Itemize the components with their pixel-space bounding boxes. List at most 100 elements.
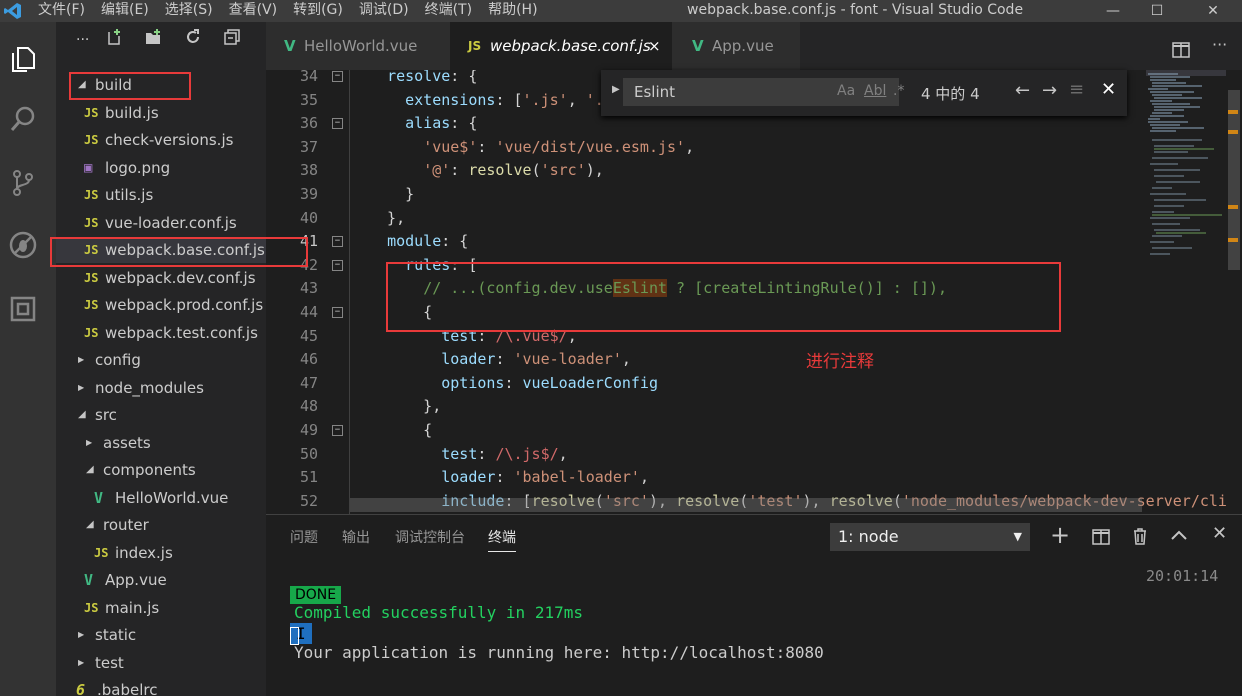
tree-item[interactable]: JS webpack.test.conf.js [56, 320, 266, 346]
menu-edit[interactable]: 编辑(E) [93, 0, 157, 22]
code-text: loader: 'babel-loader', [369, 466, 649, 490]
tree-item[interactable]: V HelloWorld.vue [56, 485, 266, 511]
code-token: alias [405, 114, 451, 133]
panel-tab-problems[interactable]: 问题 [290, 527, 318, 547]
explorer-sidebar: ... ◢ build JS build.js JS check-versions.js ▣… [56, 22, 266, 696]
tree-item[interactable]: ▶ node_modules [56, 375, 266, 401]
code-text: test: /\.js$/, [369, 443, 567, 467]
code-token: : [450, 161, 469, 180]
close-panel-icon[interactable]: ✕ [1212, 523, 1227, 544]
find-expand-chevron-icon[interactable]: ▶ [612, 84, 620, 95]
tree-item[interactable]: V App.vue [56, 567, 266, 593]
minimap[interactable] [1146, 70, 1226, 270]
panel-tab-output[interactable]: 输出 [342, 527, 370, 547]
collapse-all-icon[interactable] [224, 29, 240, 45]
fold-toggle-icon[interactable]: − [332, 425, 343, 436]
tree-item-label: check-versions.js [105, 131, 234, 149]
search-icon[interactable] [8, 104, 38, 134]
tree-item[interactable]: ◢ router [56, 512, 266, 538]
tree-item[interactable]: JS vue-loader.conf.js [56, 210, 266, 236]
code-token: } [369, 185, 415, 203]
tree-item[interactable]: JS build.js [56, 100, 266, 126]
fold-toggle-icon[interactable]: − [332, 71, 343, 82]
fold-toggle-icon[interactable]: − [332, 236, 343, 248]
line-number: 52 [299, 491, 318, 510]
find-input[interactable]: Eslint [623, 78, 899, 106]
close-window-button[interactable]: ✕ [1198, 0, 1228, 22]
find-match-marker [1228, 205, 1238, 209]
scroll-thumb[interactable] [1228, 90, 1240, 270]
tree-item[interactable]: JS utils.js [56, 182, 266, 208]
fold-toggle-icon[interactable]: − [332, 307, 343, 318]
fold-toggle-icon[interactable]: − [332, 118, 343, 130]
line-number: 45 [299, 326, 318, 345]
tree-item[interactable]: ▶ test [56, 650, 266, 676]
code-token: }, [369, 208, 406, 227]
extensions-icon[interactable] [8, 294, 38, 324]
use-regex-toggle[interactable]: .* [893, 83, 904, 99]
match-whole-word-toggle[interactable]: Abl [864, 83, 886, 99]
tree-item[interactable]: ◢ src [56, 402, 266, 428]
minimize-button[interactable]: — [1098, 0, 1128, 22]
tab-webpack-base-conf-js[interactable]: JS webpack.base.conf.js × [450, 22, 672, 70]
code-token: : [477, 137, 496, 156]
refresh-icon[interactable] [185, 29, 201, 45]
new-file-icon[interactable] [106, 29, 122, 45]
tree-item-label: config [95, 351, 141, 369]
trash-icon[interactable] [1132, 527, 1148, 545]
more-actions-icon[interactable]: ··· [1212, 35, 1227, 54]
next-match-icon[interactable]: → [1042, 80, 1057, 101]
explorer-more-button[interactable]: ... [76, 28, 92, 44]
tree-item[interactable]: ▶ assets [56, 430, 266, 456]
tab-app-vue[interactable]: V App.vue [672, 22, 800, 70]
maximize-button[interactable]: ☐ [1142, 0, 1172, 22]
horizontal-scrollbar[interactable] [350, 498, 1142, 512]
menu-view[interactable]: 查看(V) [221, 0, 286, 22]
vue-file-icon: V [94, 488, 104, 507]
panel-tab-terminal[interactable]: 终端 [488, 527, 516, 552]
menu-selection[interactable]: 选择(S) [157, 0, 221, 22]
tree-item[interactable]: JS index.js [56, 540, 266, 566]
new-folder-icon[interactable] [145, 29, 161, 45]
terminal-select[interactable]: 1: node ▼ [830, 523, 1030, 551]
source-control-icon[interactable] [8, 168, 38, 198]
panel-tab-debug-console[interactable]: 调试控制台 [395, 527, 465, 547]
tab-helloworld-vue[interactable]: V HelloWorld.vue [266, 22, 450, 70]
menu-terminal[interactable]: 终端(T) [417, 0, 480, 22]
previous-match-icon[interactable]: ← [1015, 80, 1030, 101]
split-editor-icon[interactable] [1172, 42, 1190, 58]
find-in-selection-icon[interactable]: ≡ [1069, 79, 1084, 100]
chevron-right-icon: ▶ [78, 355, 85, 364]
menu-go[interactable]: 转到(G) [285, 0, 351, 22]
tree-item[interactable]: ▣ logo.png [56, 155, 266, 181]
explorer-icon[interactable] [8, 44, 38, 74]
vscode-window: 文件(F) 编辑(E) 选择(S) 查看(V) 转到(G) 调试(D) 终端(T… [0, 0, 1242, 696]
tree-item[interactable]: 6 .babelrc [56, 677, 266, 696]
debug-icon[interactable] [8, 230, 38, 260]
fold-toggle-icon[interactable]: − [332, 259, 343, 271]
tree-item[interactable]: JS webpack.dev.conf.js [56, 265, 266, 291]
new-terminal-icon[interactable]: + [1050, 521, 1070, 549]
match-case-toggle[interactable]: Aa [837, 83, 855, 99]
tree-item[interactable]: JS webpack.prod.conf.js [56, 292, 266, 318]
tree-item[interactable]: JS check-versions.js [56, 127, 266, 153]
title-bar: 文件(F) 编辑(E) 选择(S) 查看(V) 转到(G) 调试(D) 终端(T… [0, 0, 1242, 22]
close-find-icon[interactable]: ✕ [1101, 79, 1116, 100]
menu-file[interactable]: 文件(F) [30, 0, 93, 22]
tree-item[interactable]: ▶ config [56, 347, 266, 373]
tab-close-icon[interactable]: × [648, 22, 661, 70]
tree-item-label: build.js [105, 103, 159, 122]
tree-item[interactable]: JS main.js [56, 595, 266, 621]
tree-item[interactable]: ◢ components [56, 457, 266, 483]
code-token: , [567, 90, 586, 109]
tree-item-label: webpack.dev.conf.js [105, 268, 256, 287]
tree-item[interactable]: ▶ static [56, 622, 266, 648]
code-token: test [441, 444, 478, 463]
vertical-scrollbar[interactable] [1226, 70, 1242, 514]
menu-debug[interactable]: 调试(D) [351, 0, 417, 22]
menu-help[interactable]: 帮助(H) [480, 0, 545, 22]
split-terminal-icon[interactable] [1092, 529, 1110, 545]
maximize-panel-icon[interactable] [1170, 529, 1188, 541]
